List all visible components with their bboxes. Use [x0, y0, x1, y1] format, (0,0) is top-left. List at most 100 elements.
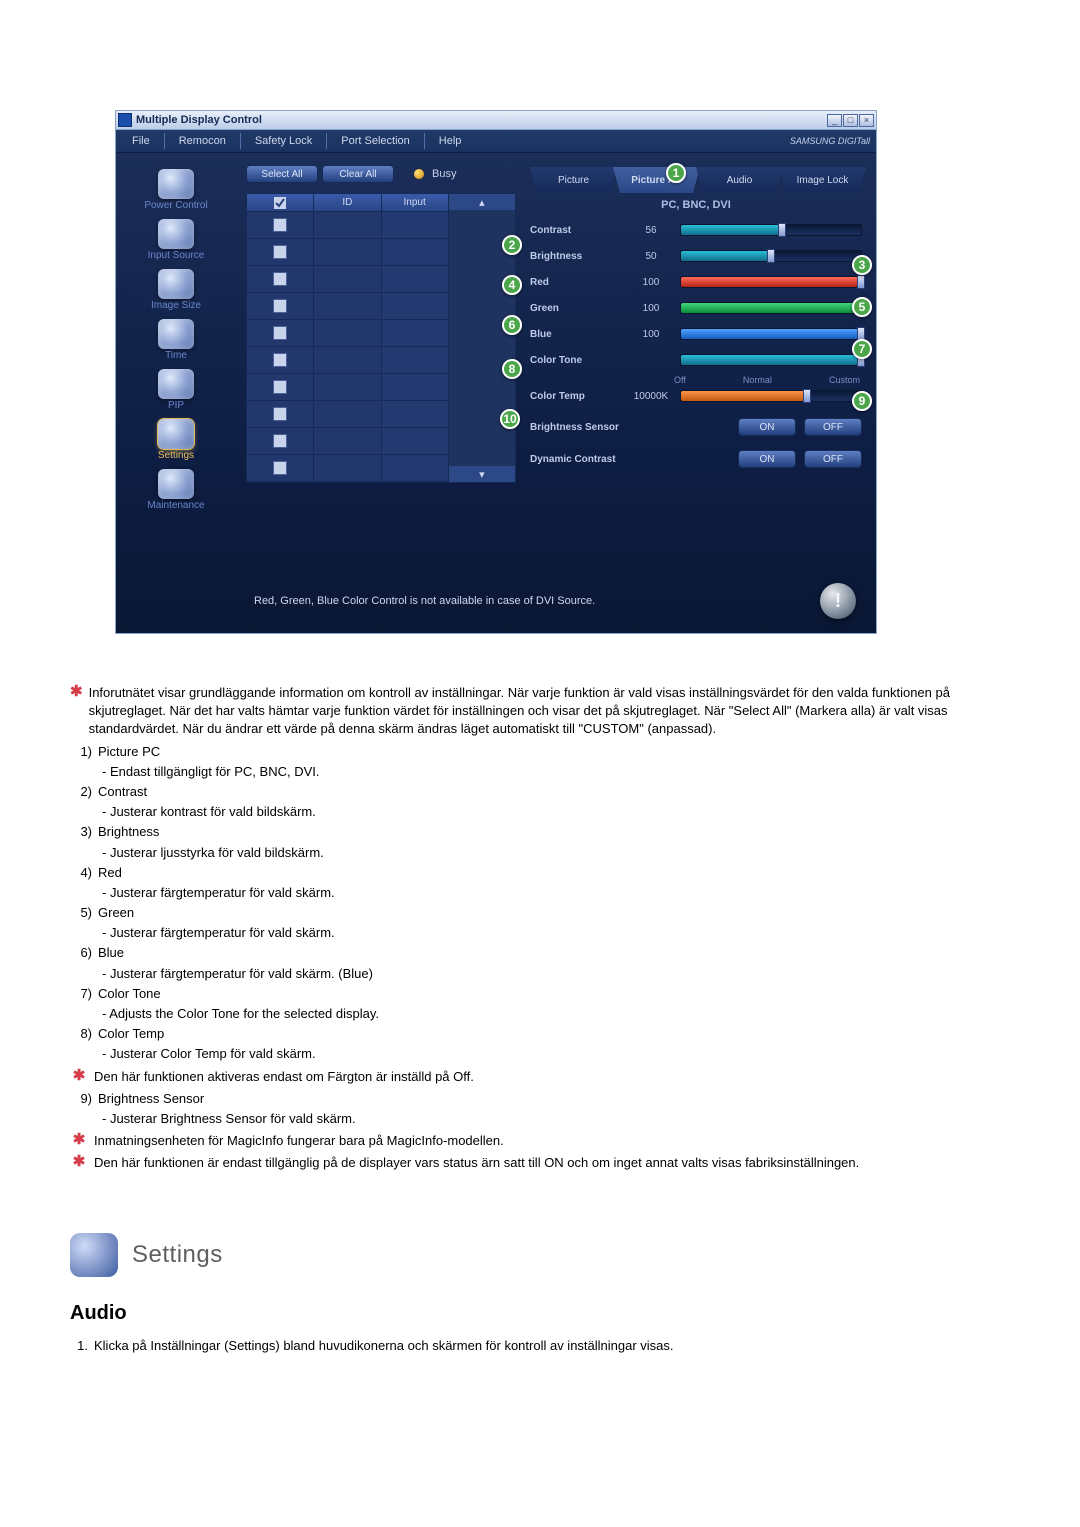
- menubar: File Remocon Safety Lock Port Selection …: [116, 130, 876, 153]
- slider-temp-track[interactable]: [680, 390, 862, 402]
- row-id: [314, 401, 380, 428]
- star-icon: ✱: [70, 684, 83, 739]
- row-checkbox[interactable]: [247, 266, 313, 293]
- select-all-button[interactable]: Select All: [246, 165, 318, 183]
- maximize-button[interactable]: □: [843, 114, 858, 127]
- scroll-down-icon[interactable]: ▾: [449, 466, 515, 482]
- menu-remocon[interactable]: Remocon: [167, 133, 238, 149]
- slider-blue-track[interactable]: [680, 328, 862, 340]
- close-button[interactable]: ×: [859, 114, 874, 127]
- slider-red: Red100: [530, 271, 862, 293]
- slider-contrast-track[interactable]: [680, 224, 862, 236]
- callout-4: 4: [502, 275, 522, 295]
- nav-maintenance[interactable]: Maintenance: [147, 469, 204, 511]
- row-checkbox[interactable]: [247, 455, 313, 482]
- row-checkbox[interactable]: [247, 320, 313, 347]
- nav-time[interactable]: Time: [158, 319, 194, 361]
- slider-tone-track[interactable]: [680, 354, 862, 366]
- slider-green-track[interactable]: [680, 302, 862, 314]
- bs-off-button[interactable]: OFF: [804, 418, 862, 436]
- col-input-header[interactable]: Input: [382, 194, 448, 212]
- callout-10: 10: [500, 409, 520, 429]
- callout-6: 6: [502, 315, 522, 335]
- slider-thumb-icon[interactable]: [778, 223, 786, 237]
- scroll-up-icon[interactable]: ▴: [449, 194, 515, 210]
- time-icon: [158, 319, 194, 349]
- row-input: [382, 374, 448, 401]
- subheading-audio: Audio: [70, 1299, 1010, 1327]
- row-checkbox[interactable]: [247, 401, 313, 428]
- row-id: [314, 428, 380, 455]
- slider-blue: Blue100: [530, 323, 862, 345]
- row-checkbox[interactable]: [247, 347, 313, 374]
- display-grid: ID Input ▴ ▾: [246, 193, 516, 483]
- numbered-list-9: 9) Brightness Sensor - Justerar Brightne…: [70, 1090, 1010, 1128]
- section-settings: Settings: [70, 1233, 1010, 1277]
- tab-picture[interactable]: Picture: [530, 167, 617, 193]
- busy-indicator-icon: [414, 169, 424, 179]
- row-id: [314, 455, 380, 482]
- row-input: [382, 320, 448, 347]
- menu-portselection[interactable]: Port Selection: [329, 133, 421, 149]
- row-id: [314, 212, 380, 239]
- dynamic-contrast-row: Dynamic Contrast ON OFF: [530, 447, 862, 471]
- settings-icon: [158, 419, 194, 449]
- settings-panel: Picture Picture PC Audio Image Lock PC, …: [516, 153, 876, 633]
- slider-brightness-track[interactable]: [680, 250, 862, 262]
- row-checkbox[interactable]: [247, 374, 313, 401]
- steps-list: 1.Klicka på Inställningar (Settings) bla…: [70, 1337, 1010, 1355]
- row-checkbox[interactable]: [247, 293, 313, 320]
- row-checkbox[interactable]: [247, 428, 313, 455]
- callout-8: 8: [502, 359, 522, 379]
- dc-on-button[interactable]: ON: [738, 450, 796, 468]
- col-id-header[interactable]: ID: [314, 194, 380, 212]
- intro-paragraph: Inforutnätet visar grundläggande informa…: [89, 684, 1010, 739]
- row-checkbox[interactable]: [247, 212, 313, 239]
- nav-power[interactable]: Power Control: [144, 169, 207, 211]
- mdc-window: Multiple Display Control _ □ × File Remo…: [115, 110, 877, 634]
- slider-red-track[interactable]: [680, 276, 862, 288]
- menu-help[interactable]: Help: [427, 133, 474, 149]
- row-input: [382, 239, 448, 266]
- slider-thumb-icon[interactable]: [767, 249, 775, 263]
- slider-thumb-icon[interactable]: [803, 389, 811, 403]
- tab-audio[interactable]: Audio: [696, 167, 783, 193]
- tab-picture-pc[interactable]: Picture PC: [613, 167, 700, 193]
- display-grid-panel: Select All Clear All Busy ID Input: [236, 153, 516, 633]
- imagesize-icon: [158, 269, 194, 299]
- numbered-list: 1)Picture PC- Endast tillgängligt för PC…: [70, 743, 1010, 1064]
- callout-9: 9: [852, 391, 872, 411]
- brand-text: SAMSUNG DIGITall: [790, 136, 870, 146]
- row-input: [382, 266, 448, 293]
- tab-imagelock[interactable]: Image Lock: [779, 167, 866, 193]
- app-logo-icon: [118, 113, 132, 127]
- settings-section-icon: [70, 1233, 118, 1277]
- clear-all-button[interactable]: Clear All: [322, 165, 394, 183]
- star-only-on: Den här funktionen är endast tillgänglig…: [94, 1154, 859, 1172]
- row-id: [314, 374, 380, 401]
- document-body: ✱ Inforutnätet visar grundläggande infor…: [70, 684, 1010, 1355]
- nav-pip[interactable]: PIP: [158, 369, 194, 411]
- minimize-button[interactable]: _: [827, 114, 842, 127]
- col-check-header[interactable]: [247, 194, 313, 212]
- row-id: [314, 320, 380, 347]
- bs-on-button[interactable]: ON: [738, 418, 796, 436]
- dc-off-button[interactable]: OFF: [804, 450, 862, 468]
- brightness-sensor-row: Brightness Sensor ON OFF: [530, 415, 862, 439]
- row-checkbox[interactable]: [247, 239, 313, 266]
- window-title: Multiple Display Control: [136, 114, 826, 126]
- slider-brightness: Brightness50: [530, 245, 862, 267]
- menu-safetylock[interactable]: Safety Lock: [243, 133, 324, 149]
- nav-imagesize[interactable]: Image Size: [151, 269, 201, 311]
- tab-row: Picture Picture PC Audio Image Lock: [530, 167, 862, 193]
- nav-settings[interactable]: Settings: [158, 419, 194, 461]
- busy-label: Busy: [432, 168, 456, 180]
- slider-contrast: Contrast56: [530, 219, 862, 241]
- menu-file[interactable]: File: [120, 133, 162, 149]
- slider-thumb-icon[interactable]: [857, 275, 865, 289]
- alert-icon: !: [820, 583, 856, 619]
- callout-5: 5: [852, 297, 872, 317]
- slider-green: Green100: [530, 297, 862, 319]
- nav-input[interactable]: Input Source: [148, 219, 205, 261]
- row-input: [382, 428, 448, 455]
